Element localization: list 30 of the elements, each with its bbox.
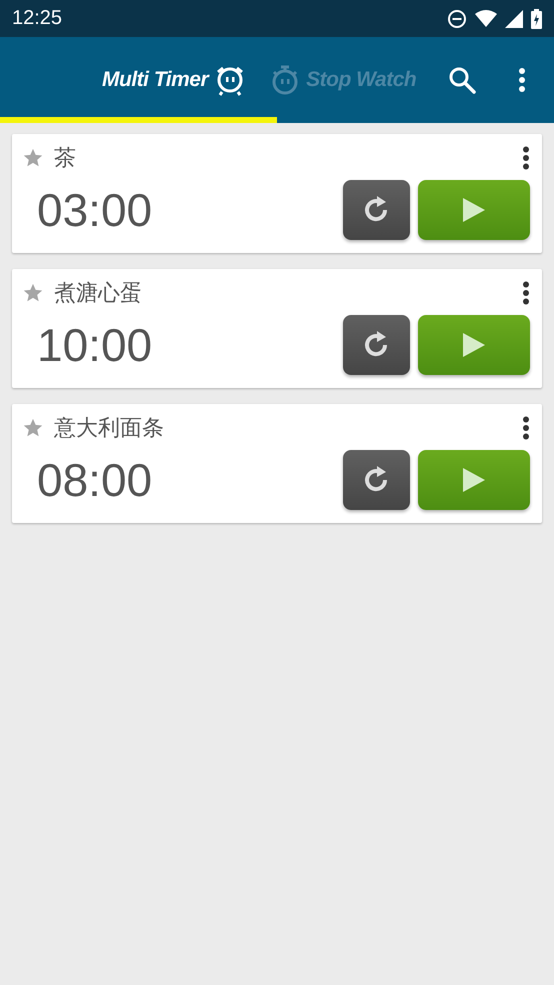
more-options-icon[interactable] bbox=[522, 281, 530, 305]
more-options-icon[interactable] bbox=[518, 67, 526, 93]
play-button[interactable] bbox=[418, 180, 530, 240]
play-icon bbox=[461, 466, 487, 494]
reset-button[interactable] bbox=[343, 315, 410, 375]
star-icon[interactable] bbox=[22, 282, 44, 304]
more-options-icon[interactable] bbox=[522, 416, 530, 440]
play-button[interactable] bbox=[418, 315, 530, 375]
play-icon bbox=[461, 331, 487, 359]
status-time: 12:25 bbox=[12, 7, 62, 30]
play-button[interactable] bbox=[418, 450, 530, 510]
tab[interactable]: Multi Timer bbox=[100, 64, 248, 96]
stopwatch-icon bbox=[270, 64, 300, 96]
signal-icon bbox=[505, 10, 523, 28]
more-options-icon[interactable] bbox=[522, 146, 530, 170]
timer-time: 10:00 bbox=[37, 318, 152, 372]
reset-button[interactable] bbox=[343, 180, 410, 240]
play-icon bbox=[461, 196, 487, 224]
reset-button[interactable] bbox=[343, 450, 410, 510]
search-icon[interactable] bbox=[448, 66, 476, 94]
timer-name: 意大利面条 bbox=[54, 415, 164, 443]
do-not-disturb-icon bbox=[447, 8, 467, 28]
timer-name: 茶 bbox=[54, 145, 76, 173]
timer-name: 煮溏心蛋 bbox=[54, 280, 142, 308]
timer-time: 08:00 bbox=[37, 453, 152, 507]
star-icon[interactable] bbox=[22, 147, 44, 169]
battery-icon bbox=[531, 8, 542, 28]
star-icon[interactable] bbox=[22, 417, 44, 439]
timer-time: 03:00 bbox=[37, 183, 152, 237]
wifi-icon bbox=[475, 10, 497, 28]
